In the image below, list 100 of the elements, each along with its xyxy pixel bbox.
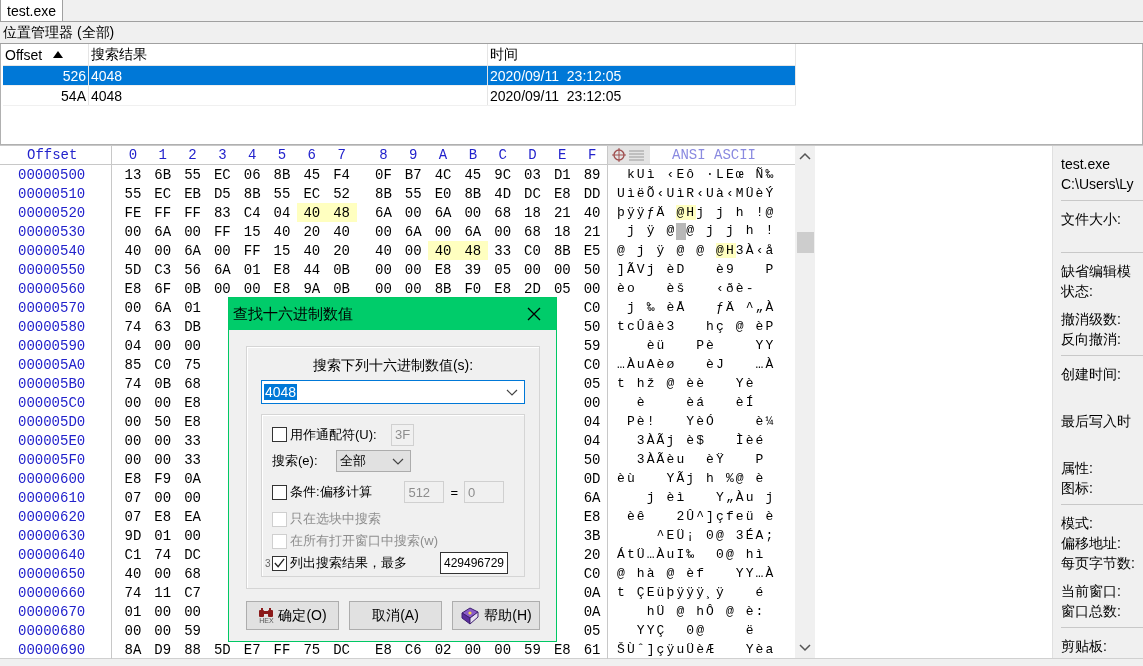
hex-byte: 00	[403, 241, 423, 260]
hex-byte: EC	[302, 184, 322, 203]
column-header: 8	[378, 146, 389, 164]
hex-byte: E8	[552, 640, 572, 659]
hex-byte: 15	[242, 222, 262, 241]
checkbox-label[interactable]: 列出搜索结果，最多	[290, 554, 407, 572]
hex-byte: 06	[242, 165, 262, 184]
hex-byte: D1	[552, 165, 572, 184]
equals-sign: =	[450, 484, 458, 500]
hex-byte: 15	[272, 241, 292, 260]
scroll-thumb[interactable]	[796, 232, 814, 253]
checkbox[interactable]	[272, 484, 287, 500]
column-header: F	[586, 146, 598, 164]
scroll-down-icon[interactable]	[799, 644, 811, 652]
ascii-text: …ÀuAèø èJ …À	[617, 357, 776, 372]
dropdown-icon[interactable]	[506, 388, 518, 396]
info-label: 状态:	[1061, 282, 1094, 301]
hex-byte: 00	[183, 488, 202, 507]
hex-byte: 05	[493, 260, 513, 279]
file-tab[interactable]: test.exe	[0, 0, 64, 21]
row-offset: 000005C0	[0, 393, 112, 412]
checkbox-label[interactable]: 用作通配符(U):	[290, 425, 377, 444]
ascii-text: èê 2Û^]çfeü è	[625, 509, 776, 524]
hex-byte: 68	[493, 203, 513, 222]
ascii-text: hÜ @ hÔ @ è:	[645, 604, 767, 619]
hex-byte: 9A	[302, 279, 322, 298]
info-label: 剪贴板:	[1061, 637, 1108, 656]
hex-byte: E8	[582, 507, 602, 526]
checkbox-label[interactable]: 条件:偏移计算	[290, 483, 372, 501]
row-offset: 00000570	[0, 298, 112, 317]
hex-byte: E8	[183, 412, 202, 431]
hex-byte: 74	[153, 545, 173, 564]
column-header: 5	[276, 146, 288, 164]
dialog-button[interactable]: 帮助(H)	[452, 601, 540, 630]
hex-byte: F9	[153, 469, 173, 488]
hex-byte: 00	[183, 336, 202, 355]
hex-byte: 88	[183, 640, 202, 659]
hex-byte: 05	[552, 279, 572, 298]
info-label: 模式:	[1061, 514, 1094, 533]
row-offset: 00000670	[0, 602, 112, 621]
scrollbar[interactable]	[795, 146, 815, 658]
dialog-button[interactable]: 取消(A)	[349, 601, 442, 630]
hex-byte: DD	[582, 184, 602, 203]
hex-byte: 5D	[123, 260, 143, 279]
hex-byte: 55	[403, 184, 423, 203]
column-header[interactable]: 时间	[488, 44, 796, 65]
hex-byte: 00	[493, 222, 513, 241]
row-offset: 00000660	[0, 583, 112, 602]
hex-byte: 75	[302, 640, 322, 659]
hex-byte: 00	[153, 431, 173, 450]
ascii-text: UìëÕ‹UìR‹Uà‹MÜèÝ	[617, 186, 776, 201]
hex-byte: 45	[463, 165, 483, 184]
dropdown-icon[interactable]	[391, 457, 404, 465]
hex-byte: E8	[374, 640, 393, 659]
row-offset: 00000530	[0, 222, 112, 241]
hex-byte: 6A	[212, 260, 232, 279]
row-offset: 000005A0	[0, 355, 112, 374]
hex-byte: E8	[272, 279, 292, 298]
hex-byte: 3B	[582, 526, 602, 545]
result-row[interactable]: 526 4048 2020/09/11 23:12:05	[3, 66, 796, 86]
ascii-text: ÁtÜ…ÀuI‰ 0@ hì	[617, 547, 767, 562]
hex-byte: 9D	[123, 526, 143, 545]
ascii-text: 3ÀÃj è$ Ìèé	[635, 433, 767, 448]
checkbox[interactable]	[272, 427, 287, 442]
hex-value-combobox[interactable]: 4048	[261, 380, 525, 404]
row-offset: 00000510	[0, 184, 112, 203]
hex-byte: 74	[123, 583, 143, 602]
hex-byte: 40	[272, 222, 292, 241]
close-icon[interactable]	[527, 307, 541, 321]
info-label: 撤消级数:	[1061, 310, 1122, 329]
hex-byte: C0	[582, 298, 602, 317]
hex-byte: 00	[153, 393, 173, 412]
column-header: C	[497, 146, 508, 164]
hex-byte: 02	[433, 640, 453, 659]
info-label: test.exe	[1061, 155, 1112, 174]
ascii-text: èo èš ‹ðè-	[617, 281, 757, 296]
hex-byte: C1	[123, 545, 143, 564]
hex-byte: E8	[272, 260, 292, 279]
scroll-up-icon[interactable]	[799, 152, 811, 160]
checkbox[interactable]	[272, 555, 287, 571]
sort-ascending-icon	[53, 51, 63, 58]
hex-byte: 48	[457, 241, 488, 260]
hex-byte: 8B	[242, 184, 262, 203]
result-row[interactable]: 54A 4048 2020/09/11 23:12:05	[3, 86, 796, 106]
hex-byte: 40	[302, 241, 322, 260]
input-field[interactable]: 429496729	[440, 552, 508, 574]
table-cell: 4048	[89, 66, 488, 85]
hex-byte: 07	[123, 488, 143, 507]
search-scope-select[interactable]: 全部	[335, 450, 411, 472]
column-header: A	[437, 146, 449, 164]
column-header: E	[557, 146, 568, 164]
hex-byte: 8B	[374, 184, 393, 203]
row-offset: 00000550	[0, 260, 112, 279]
hex-byte: 00	[183, 602, 202, 621]
crosshair-icon[interactable]	[608, 146, 650, 164]
hex-byte: 50	[582, 450, 602, 469]
column-header[interactable]: 搜索结果	[89, 44, 488, 65]
hex-byte: 0B	[183, 279, 202, 298]
column-header: 0	[127, 146, 139, 164]
hex-byte: 89	[582, 165, 602, 184]
